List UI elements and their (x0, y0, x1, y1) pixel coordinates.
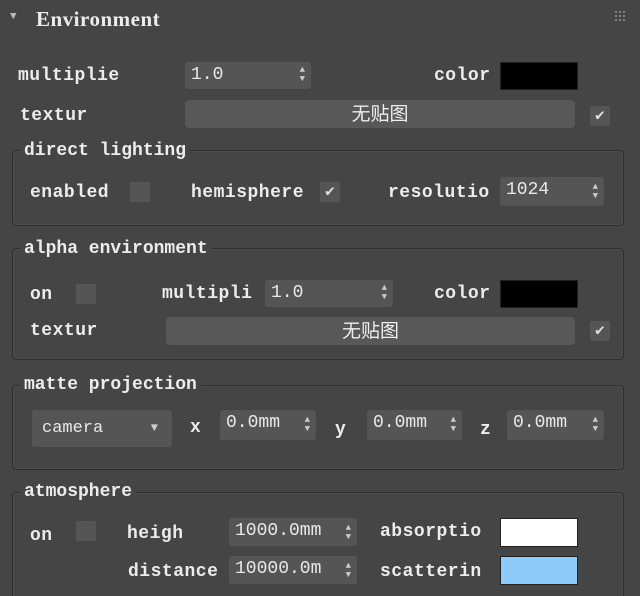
atmosphere-on-label: on (30, 526, 53, 546)
height-value: 1000.0mm (235, 521, 322, 541)
color-label: color (434, 66, 491, 86)
resolution-value: 1024 (506, 180, 550, 200)
spinner-arrows-icon[interactable]: ▲ ▼ (593, 183, 598, 201)
spinner-arrows-icon[interactable]: ▲ ▼ (382, 284, 387, 302)
z-spinner[interactable]: 0.0mm ▲ ▼ (507, 410, 604, 440)
distance-label: distance (128, 562, 219, 582)
distance-value: 10000.0m (235, 559, 322, 579)
alpha-texture-label: textur (30, 321, 98, 341)
y-label: y (335, 420, 347, 440)
alpha-multiplier-label: multipli (162, 284, 253, 304)
z-label: z (480, 420, 492, 440)
texture-label: textur (20, 106, 88, 126)
y-value: 0.0mm (373, 413, 428, 433)
y-spinner[interactable]: 0.0mm ▲ ▼ (367, 410, 462, 440)
absorption-color-swatch[interactable] (500, 518, 578, 547)
collapse-triangle-icon[interactable]: ▼ (10, 11, 17, 23)
spinner-arrows-icon[interactable]: ▲ ▼ (305, 416, 310, 434)
absorption-label: absorptio (380, 522, 482, 542)
x-value: 0.0mm (226, 413, 281, 433)
texture-map-button[interactable]: 无贴图 (185, 100, 575, 128)
panel-title[interactable]: Environment (36, 9, 160, 30)
spinner-arrows-icon[interactable]: ▲ ▼ (593, 416, 598, 434)
environment-panel: ▼ Environment multiplie 1.0 ▲ ▼ color text… (0, 0, 640, 596)
alpha-on-label: on (30, 285, 53, 305)
height-label: heigh (127, 524, 184, 544)
direct-lighting-title: direct lighting (20, 141, 191, 161)
multiplier-value: 1.0 (191, 65, 224, 85)
alpha-environment-title: alpha environment (20, 239, 212, 259)
height-spinner[interactable]: 1000.0mm ▲ ▼ (229, 518, 357, 546)
alpha-multiplier-spinner[interactable]: 1.0 ▲ ▼ (265, 280, 393, 307)
alpha-on-checkbox[interactable] (76, 284, 96, 304)
drag-grip-icon[interactable] (614, 10, 626, 22)
multiplier-spinner[interactable]: 1.0 ▲ ▼ (185, 62, 311, 89)
dropdown-arrow-icon: ▼ (150, 421, 158, 435)
atmosphere-title: atmosphere (20, 482, 137, 502)
projection-mode-value: camera (42, 419, 104, 438)
resolution-label: resolutio (388, 183, 490, 203)
atmosphere-on-checkbox[interactable] (76, 521, 96, 541)
alpha-multiplier-value: 1.0 (271, 283, 304, 303)
x-label: x (190, 418, 202, 438)
projection-mode-dropdown[interactable]: camera ▼ (32, 410, 172, 447)
alpha-color-label: color (434, 284, 491, 304)
hemisphere-label: hemisphere (191, 183, 305, 203)
spinner-arrows-icon[interactable]: ▲ ▼ (346, 562, 351, 580)
spinner-arrows-icon[interactable]: ▲ ▼ (300, 66, 305, 84)
enabled-label: enabled (30, 183, 110, 203)
enabled-checkbox[interactable] (130, 182, 150, 202)
texture-checkbox[interactable]: ✔ (590, 106, 610, 126)
alpha-texture-map-button[interactable]: 无贴图 (166, 317, 575, 345)
alpha-texture-checkbox[interactable]: ✔ (590, 321, 610, 341)
alpha-color-swatch[interactable] (500, 280, 578, 308)
distance-spinner[interactable]: 10000.0m ▲ ▼ (229, 556, 357, 584)
resolution-spinner[interactable]: 1024 ▲ ▼ (500, 177, 604, 206)
spinner-arrows-icon[interactable]: ▲ ▼ (346, 524, 351, 542)
spinner-arrows-icon[interactable]: ▲ ▼ (451, 416, 456, 434)
matte-projection-title: matte projection (20, 375, 201, 395)
x-spinner[interactable]: 0.0mm ▲ ▼ (220, 410, 316, 440)
multiplier-label: multiplie (18, 66, 120, 86)
z-value: 0.0mm (513, 413, 568, 433)
scattering-color-swatch[interactable] (500, 556, 578, 585)
hemisphere-checkbox[interactable]: ✔ (320, 182, 340, 202)
color-swatch[interactable] (500, 62, 578, 90)
scattering-label: scatterin (380, 562, 482, 582)
